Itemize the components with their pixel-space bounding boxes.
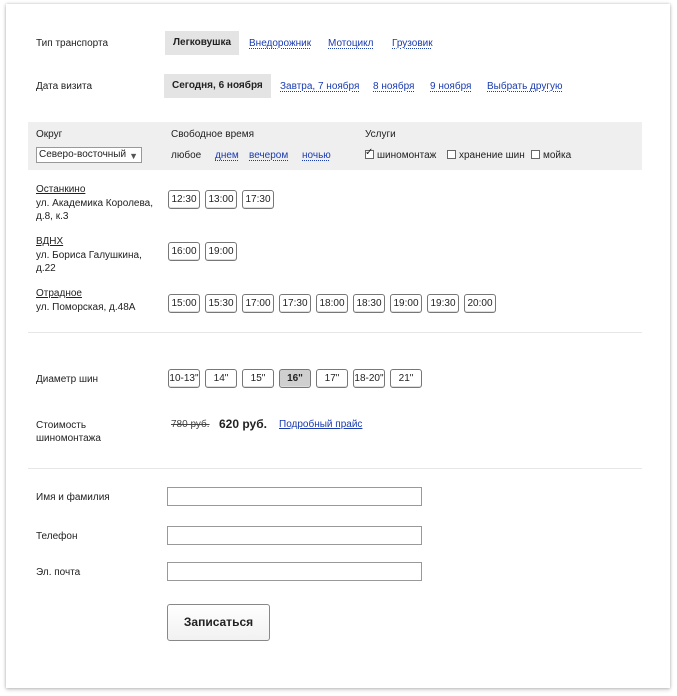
time-slot-button[interactable]: 15:30 [205, 294, 237, 313]
date-option-other[interactable]: Выбрать другую [487, 81, 563, 92]
tire-size-button[interactable]: 18-20" [353, 369, 385, 388]
transport-option-moto[interactable]: Мотоцикл [328, 38, 373, 49]
service-tire-storage-label: хранение шин [459, 150, 525, 161]
district-select-value: Северо-восточный [39, 149, 127, 160]
location-name[interactable]: Останкино [36, 184, 85, 195]
time-slot-button[interactable]: 16:00 [168, 242, 200, 261]
divider [28, 332, 642, 333]
checkbox-icon[interactable] [447, 150, 456, 159]
tire-size-label: Диаметр шин [36, 374, 99, 385]
time-slot-button[interactable]: 19:30 [427, 294, 459, 313]
tire-size-button[interactable]: 10-13" [168, 369, 200, 388]
tire-size-button[interactable]: 21" [390, 369, 422, 388]
service-tire-fitting-label: шиномонтаж [377, 150, 437, 161]
date-option-today[interactable]: Сегодня, 6 ноября [164, 74, 271, 98]
price-label: Стоимость шиномонтажа [36, 420, 101, 444]
email-label: Эл. почта [36, 567, 81, 578]
phone-field[interactable] [167, 526, 422, 545]
time-label: Свободное время [171, 129, 255, 140]
time-option-any[interactable]: любое [171, 150, 201, 161]
location-name[interactable]: ВДНХ [36, 236, 63, 247]
time-slot-button[interactable]: 15:00 [168, 294, 200, 313]
time-slot-button[interactable]: 17:30 [242, 190, 274, 209]
tire-size-button[interactable]: 17" [316, 369, 348, 388]
divider [28, 468, 642, 469]
transport-option-car[interactable]: Легковушка [165, 31, 240, 55]
time-option-night[interactable]: ночью [302, 150, 331, 161]
location-name[interactable]: Отрадное [36, 288, 82, 299]
phone-label: Телефон [36, 531, 78, 542]
time-slot-button[interactable]: 17:30 [279, 294, 311, 313]
district-label: Округ [36, 129, 63, 140]
checkbox-checked-icon[interactable] [365, 147, 374, 159]
time-slot-button[interactable]: 12:30 [168, 190, 200, 209]
date-option-tomorrow[interactable]: Завтра, 7 ноября [280, 81, 359, 92]
service-wash[interactable]: мойка [531, 150, 571, 161]
visit-date-label: Дата визита [36, 81, 93, 92]
time-slot-button[interactable]: 20:00 [464, 294, 496, 313]
time-slot-button[interactable]: 18:30 [353, 294, 385, 313]
date-option-nov9[interactable]: 9 ноября [430, 81, 471, 92]
time-slot-button[interactable]: 18:00 [316, 294, 348, 313]
time-slot-button[interactable]: 17:00 [242, 294, 274, 313]
date-option-nov8[interactable]: 8 ноября [373, 81, 414, 92]
tire-size-button[interactable]: 15" [242, 369, 274, 388]
service-tire-storage[interactable]: хранение шин [447, 150, 525, 161]
tire-size-button[interactable]: 14" [205, 369, 237, 388]
price-details-link[interactable]: Подробный прайс [279, 419, 362, 430]
time-slot-button[interactable]: 13:00 [205, 190, 237, 209]
time-slot-button[interactable]: 19:00 [205, 242, 237, 261]
booking-card [6, 4, 670, 688]
email-field[interactable] [167, 562, 422, 581]
submit-button[interactable]: Записаться [167, 604, 270, 641]
services-label: Услуги [365, 129, 396, 140]
location-address: ул. Бориса Галушкина, д.22 [36, 250, 142, 274]
transport-option-truck[interactable]: Грузовик [392, 38, 433, 49]
time-slot-button[interactable]: 19:00 [390, 294, 422, 313]
name-field[interactable] [167, 487, 422, 506]
location-address: ул. Академика Королева, д.8, к.3 [36, 198, 154, 222]
chevron-down-icon: ▼ [129, 151, 138, 161]
district-select[interactable]: Северо-восточный ▼ [36, 147, 142, 163]
time-option-evening[interactable]: вечером [249, 150, 288, 161]
transport-option-suv[interactable]: Внедорожник [249, 38, 311, 49]
tire-size-button[interactable]: 16" [279, 369, 311, 388]
name-label: Имя и фамилия [36, 492, 110, 503]
old-price: 780 руб. [171, 419, 210, 430]
new-price: 620 руб. [219, 417, 267, 431]
time-option-day[interactable]: днем [215, 150, 239, 161]
service-wash-label: мойка [543, 150, 572, 161]
location-address: ул. Поморская, д.48А [36, 302, 136, 313]
checkbox-icon[interactable] [531, 150, 540, 159]
transport-label: Тип транспорта [36, 38, 109, 49]
service-tire-fitting[interactable]: шиномонтаж [365, 147, 437, 161]
